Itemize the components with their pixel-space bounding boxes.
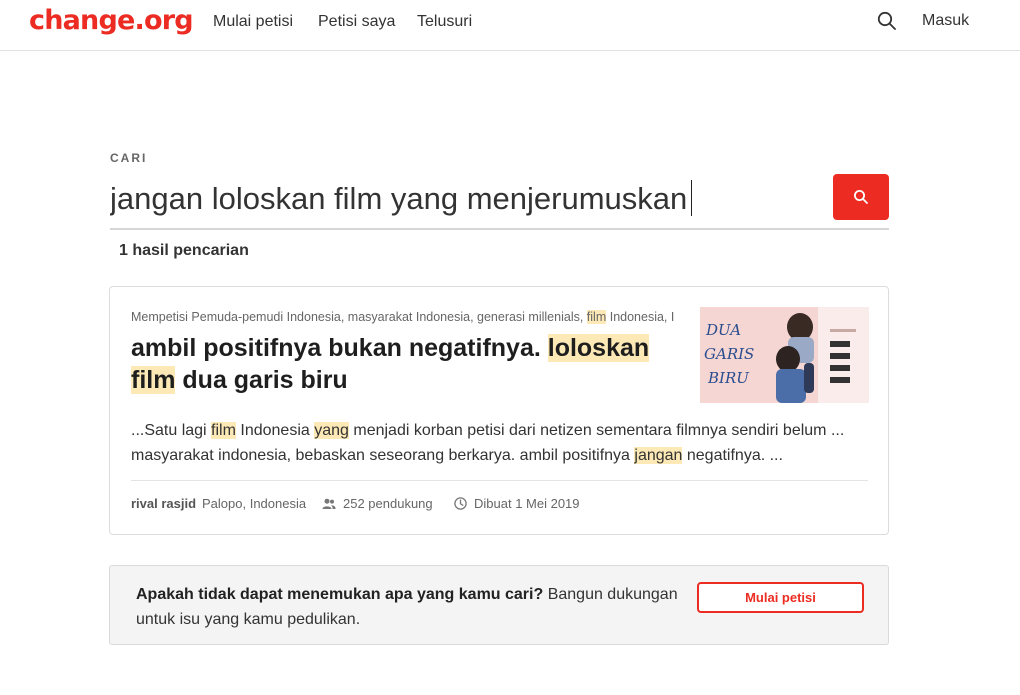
svg-text:DUA: DUA (705, 321, 741, 339)
svg-text:GARIS: GARIS (704, 345, 754, 363)
change-org-logo[interactable]: change.org (29, 5, 194, 36)
supporters-count: 252 pendukung (343, 496, 433, 511)
prompt-text: Apakah tidak dapat menemukan apa yang ka… (136, 586, 678, 628)
nav-my-petitions[interactable]: Petisi saya (318, 13, 395, 31)
search-button[interactable] (833, 174, 889, 220)
top-navigation-bar: change.org Mulai petisi Petisi saya Telu… (0, 0, 1020, 51)
search-underline (110, 228, 889, 230)
supporters-icon (322, 497, 336, 515)
start-petition-button[interactable]: Mulai petisi (697, 582, 864, 613)
search-icon (854, 190, 868, 204)
petition-thumbnail[interactable]: DUA GARIS BIRU (700, 307, 869, 403)
search-icon[interactable] (877, 11, 897, 31)
search-input[interactable] (110, 176, 810, 222)
petition-targets: Mempetisi Pemuda-pemudi Indonesia, masya… (131, 310, 675, 324)
created-date: Dibuat 1 Mei 2019 (474, 496, 580, 511)
petition-title[interactable]: ambil positifnya bukan negatifnya. lolos… (131, 332, 651, 396)
nav-start-petition[interactable]: Mulai petisi (213, 13, 293, 31)
login-link[interactable]: Masuk (922, 12, 969, 30)
petition-result-card[interactable]: Mempetisi Pemuda-pemudi Indonesia, masya… (109, 286, 889, 535)
petition-author: rival rasjid (131, 496, 197, 511)
card-divider (131, 480, 868, 481)
text-caret (691, 180, 692, 216)
search-label: CARI (110, 151, 148, 165)
svg-text:BIRU: BIRU (707, 369, 750, 387)
petition-excerpt: ...Satu lagi film Indonesia yang menjadi… (131, 422, 845, 464)
result-count: 1 hasil pencarian (119, 242, 249, 259)
start-petition-prompt: Apakah tidak dapat menemukan apa yang ka… (109, 565, 889, 645)
petition-location: Palopo, Indonesia (202, 496, 307, 511)
clock-icon (454, 497, 467, 515)
nav-browse[interactable]: Telusuri (417, 13, 472, 31)
